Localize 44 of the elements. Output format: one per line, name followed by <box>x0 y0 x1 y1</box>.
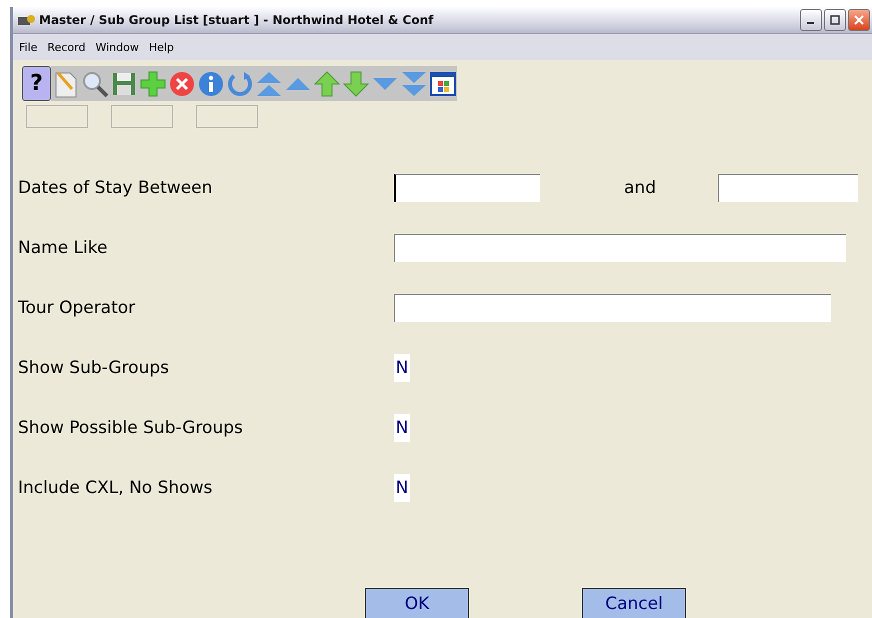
plus-icon <box>138 70 166 98</box>
maximize-icon <box>830 15 840 25</box>
search-icon <box>80 70 108 98</box>
close-button[interactable] <box>848 9 870 31</box>
field-label: Show Sub-Groups <box>18 358 170 378</box>
status-field <box>111 105 173 128</box>
flag-field[interactable]: N <box>394 474 410 502</box>
toolbar-button[interactable] <box>109 66 138 101</box>
field-label: Dates of Stay Between <box>18 178 214 198</box>
ok-button[interactable]: OK <box>365 588 469 618</box>
field-label: Include CXL, No Shows <box>18 478 214 498</box>
double-up-icon <box>254 70 282 98</box>
flag-field[interactable]: N <box>394 414 410 442</box>
window-title: Master / Sub Group List [stuart ] - Northwind Hotel & Conf <box>39 13 434 27</box>
field-label: Show Possible Sub-Groups <box>18 418 244 438</box>
menu-item[interactable]: Help <box>148 40 174 54</box>
date-field[interactable] <box>718 174 858 202</box>
date-field[interactable] <box>394 174 540 202</box>
down-arrow-icon <box>342 70 370 98</box>
up-arrow-icon <box>312 70 340 98</box>
close-icon <box>854 15 864 25</box>
minimize-button[interactable] <box>800 9 822 31</box>
status-field <box>26 105 88 128</box>
input-field[interactable] <box>394 294 831 322</box>
maximize-button[interactable] <box>824 9 846 31</box>
toolbar-button[interactable] <box>51 66 80 101</box>
menu-item[interactable]: File <box>19 40 38 54</box>
input-field[interactable] <box>394 234 846 262</box>
flag-field[interactable]: N <box>394 354 410 382</box>
double-down-icon <box>400 70 428 98</box>
window-icon <box>428 70 456 98</box>
app-icon <box>17 13 35 27</box>
field-label: Tour Operator <box>18 298 136 318</box>
cancel-button[interactable]: Cancel <box>582 588 686 618</box>
status-field <box>196 105 258 128</box>
info-icon <box>196 70 224 98</box>
menu-item[interactable]: Window <box>95 40 139 54</box>
close-icon <box>168 70 196 98</box>
help-button[interactable]: ? <box>22 66 51 101</box>
menu-item[interactable]: Record <box>47 40 86 54</box>
field-label: Name Like <box>18 238 108 258</box>
toolbar-button[interactable] <box>428 66 457 101</box>
refresh-icon <box>226 70 254 98</box>
field-label: and <box>624 178 656 198</box>
